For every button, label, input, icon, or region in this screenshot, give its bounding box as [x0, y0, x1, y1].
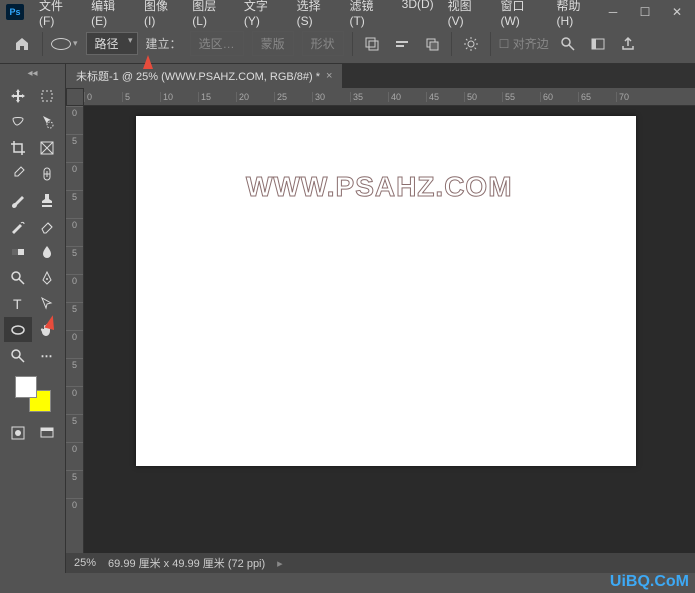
workspace-icon[interactable]	[587, 33, 609, 55]
menu-bar: 文件(F) 编辑(E) 图像(I) 图层(L) 文字(Y) 选择(S) 滤镜(T…	[34, 0, 601, 30]
status-bar: 25% 69.99 厘米 x 49.99 厘米 (72 ppi) ▸	[66, 553, 695, 573]
gradient-tool[interactable]	[4, 239, 32, 264]
screen-mode-button[interactable]	[33, 420, 61, 445]
status-chevron-icon[interactable]: ▸	[277, 557, 283, 570]
menu-file[interactable]: 文件(F)	[34, 0, 82, 30]
tool-preset-picker[interactable]: ▾	[51, 38, 78, 50]
canvas-area[interactable]: WWW.PSAHZ.COM	[84, 106, 695, 553]
close-tab-icon[interactable]: ×	[326, 70, 332, 82]
divider	[42, 32, 43, 56]
hand-tool[interactable]	[33, 317, 61, 342]
path-select-tool[interactable]	[33, 291, 61, 316]
app-logo: Ps	[6, 4, 24, 20]
pen-tool[interactable]	[33, 265, 61, 290]
lasso-tool[interactable]	[4, 109, 32, 134]
tool-mode-select[interactable]: 路径 ▾	[86, 32, 138, 55]
gear-icon[interactable]	[460, 33, 482, 55]
home-button[interactable]	[10, 32, 34, 56]
options-bar: ▾ 路径 ▾ 建立： 选区… 蒙版 形状 ☐ 对齐边	[0, 24, 695, 64]
menu-image[interactable]: 图像(I)	[139, 0, 183, 30]
minimize-button[interactable]: ─	[601, 2, 625, 22]
make-shape-button[interactable]: 形状	[302, 31, 344, 56]
svg-text:T: T	[13, 296, 22, 312]
canvas-viewport: 0510152025303540455055606570 05050505050…	[66, 88, 695, 553]
healing-brush-tool[interactable]	[33, 161, 61, 186]
dodge-tool[interactable]	[4, 265, 32, 290]
path-arrangement-icon[interactable]	[421, 33, 443, 55]
eyedropper-tool[interactable]	[4, 161, 32, 186]
watermark-text: WWW.PSAHZ.COM	[246, 171, 513, 203]
brand-watermark: UiBQ.CoM	[610, 573, 689, 591]
eraser-tool[interactable]	[33, 213, 61, 238]
color-swatches[interactable]	[15, 376, 51, 412]
menu-edit[interactable]: 编辑(E)	[86, 0, 135, 30]
path-operations-icon[interactable]	[361, 33, 383, 55]
brush-tool[interactable]	[4, 187, 32, 212]
share-icon[interactable]	[617, 33, 639, 55]
menu-window[interactable]: 窗口(W)	[495, 0, 547, 30]
menu-type[interactable]: 文字(Y)	[239, 0, 288, 30]
move-tool[interactable]	[4, 83, 32, 108]
menu-view[interactable]: 视图(V)	[443, 0, 492, 30]
menu-help[interactable]: 帮助(H)	[552, 0, 601, 30]
divider	[490, 32, 491, 56]
align-edges-checkbox[interactable]: ☐ 对齐边	[499, 35, 549, 52]
collapse-icon[interactable]: ◂◂	[27, 68, 37, 79]
canvas[interactable]: WWW.PSAHZ.COM	[136, 116, 636, 466]
document-dimensions[interactable]: 69.99 厘米 x 49.99 厘米 (72 ppi)	[108, 555, 265, 571]
blur-tool[interactable]	[33, 239, 61, 264]
artboard-tool[interactable]	[33, 83, 61, 108]
quick-mask-button[interactable]	[4, 420, 32, 445]
stamp-tool[interactable]	[33, 187, 61, 212]
ellipse-icon	[51, 38, 71, 50]
type-tool[interactable]: T	[4, 291, 32, 316]
zoom-level[interactable]: 25%	[74, 557, 96, 569]
close-button[interactable]: ✕	[665, 2, 689, 22]
vertical-ruler[interactable]: 050505050505050	[66, 106, 84, 553]
make-selection-button[interactable]: 选区…	[190, 31, 244, 56]
document-tab[interactable]: 未标题-1 @ 25% (WWW.PSAHZ.COM, RGB/8#) * ×	[66, 64, 342, 88]
horizontal-ruler[interactable]: 0510152025303540455055606570	[84, 88, 695, 106]
menu-3d[interactable]: 3D(D)	[397, 0, 439, 30]
tools-panel: ◂◂ T ⋯	[0, 64, 66, 573]
ellipse-tool[interactable]	[4, 317, 32, 342]
edit-toolbar[interactable]: ⋯	[33, 343, 61, 368]
menu-select[interactable]: 选择(S)	[292, 0, 341, 30]
divider	[451, 32, 452, 56]
maximize-button[interactable]: ☐	[633, 2, 657, 22]
menu-filter[interactable]: 滤镜(T)	[344, 0, 392, 30]
crop-tool[interactable]	[4, 135, 32, 160]
history-brush-tool[interactable]	[4, 213, 32, 238]
zoom-tool[interactable]	[4, 343, 32, 368]
ruler-origin[interactable]	[66, 88, 84, 106]
path-alignment-icon[interactable]	[391, 33, 413, 55]
document-tabs: 未标题-1 @ 25% (WWW.PSAHZ.COM, RGB/8#) * ×	[66, 64, 695, 88]
make-mask-button[interactable]: 蒙版	[252, 31, 294, 56]
frame-tool[interactable]	[33, 135, 61, 160]
quick-select-tool[interactable]	[33, 109, 61, 134]
search-icon[interactable]	[557, 33, 579, 55]
menu-layer[interactable]: 图层(L)	[187, 0, 235, 30]
workspace: 未标题-1 @ 25% (WWW.PSAHZ.COM, RGB/8#) * × …	[66, 64, 695, 573]
make-label: 建立：	[146, 35, 182, 52]
divider	[352, 32, 353, 56]
foreground-color-swatch[interactable]	[15, 376, 37, 398]
